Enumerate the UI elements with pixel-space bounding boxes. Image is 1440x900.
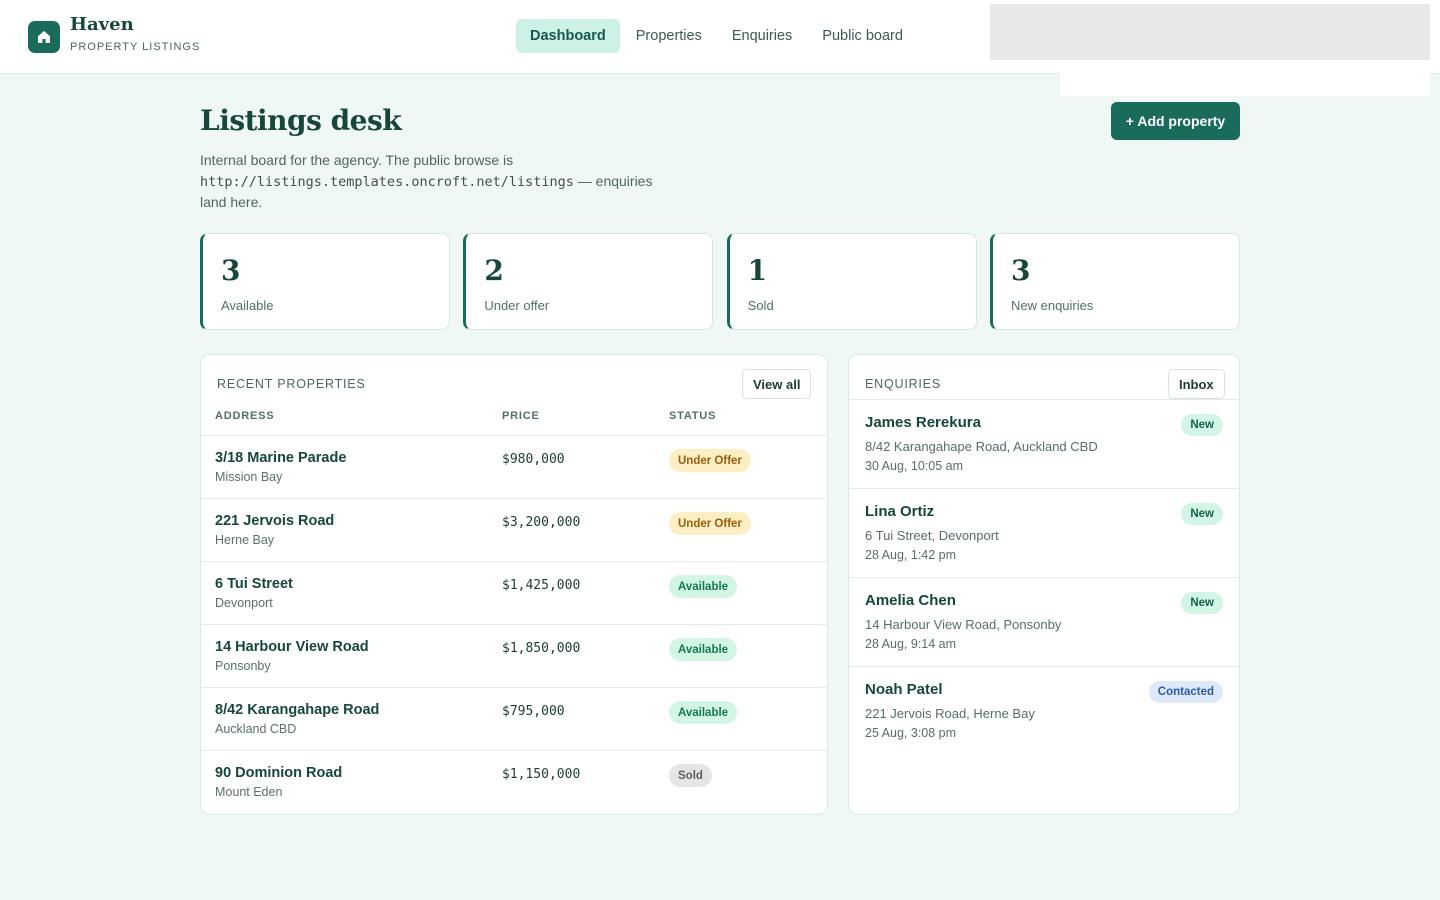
list-item[interactable]: Amelia Chen New 14 Harbour View Road, Po… xyxy=(849,578,1239,667)
property-suburb: Devonport xyxy=(215,596,273,610)
nav-dashboard[interactable]: Dashboard xyxy=(516,19,620,53)
property-suburb: Mission Bay xyxy=(215,470,283,484)
column-header-price: PRICE xyxy=(502,410,540,422)
stat-label: New enquiries xyxy=(1010,298,1094,313)
property-price: $795,000 xyxy=(502,704,565,719)
property-address[interactable]: 3/18 Marine Parade xyxy=(215,450,346,466)
property-address[interactable]: 14 Harbour View Road xyxy=(215,639,369,655)
status-badge: New xyxy=(1181,503,1223,525)
status-badge: New xyxy=(1181,414,1223,436)
nav-properties[interactable]: Properties xyxy=(622,19,716,53)
status-badge: Available xyxy=(669,575,738,598)
enquirer-name: Noah Patel xyxy=(865,681,943,698)
table-row[interactable]: 221 Jervois Road Herne Bay $3,200,000 Un… xyxy=(201,499,827,562)
status-badge: Sold xyxy=(669,764,712,787)
home-icon xyxy=(28,21,60,53)
recent-properties-panel: RECENT PROPERTIES View all ADDRESS PRICE… xyxy=(200,354,828,815)
nav-public-board[interactable]: Public board xyxy=(808,19,917,53)
main-nav: Dashboard Properties Enquiries Public bo… xyxy=(516,19,919,53)
enquirer-name: James Rerekura xyxy=(865,414,981,431)
property-suburb: Herne Bay xyxy=(215,533,275,547)
page-title: Listings desk xyxy=(200,104,402,137)
enquiry-property: 14 Harbour View Road, Ponsonby xyxy=(865,617,1062,632)
header-placeholder-lower xyxy=(1060,60,1430,96)
stat-value: 3 xyxy=(221,254,241,287)
enquiry-property: 8/42 Karangahape Road, Auckland CBD xyxy=(865,439,1098,454)
status-badge: Under Offer xyxy=(669,512,751,535)
property-suburb: Auckland CBD xyxy=(215,722,297,736)
enquiries-panel: ENQUIRIES Inbox James Rerekura New 8/42 … xyxy=(848,354,1240,815)
property-price: $1,425,000 xyxy=(502,578,581,593)
table-row[interactable]: 14 Harbour View Road Ponsonby $1,850,000… xyxy=(201,625,827,688)
stat-card-sold: 1 Sold xyxy=(726,233,977,330)
header-placeholder xyxy=(990,4,1430,60)
enquiry-time: 28 Aug, 1:42 pm xyxy=(865,548,957,562)
nav-enquiries[interactable]: Enquiries xyxy=(718,19,806,53)
stat-value: 1 xyxy=(747,254,768,287)
stat-card-under-offer: 2 Under offer xyxy=(463,233,714,330)
property-price: $1,150,000 xyxy=(502,767,581,782)
status-badge: New xyxy=(1181,592,1223,614)
stat-label: Under offer xyxy=(484,298,550,313)
panel-title: ENQUIRIES xyxy=(865,377,941,391)
stat-card-new-enquiries: 3 New enquiries xyxy=(989,233,1240,330)
stat-label: Available xyxy=(221,298,274,313)
list-item[interactable]: Noah Patel Contacted 221 Jervois Road, H… xyxy=(849,667,1239,756)
enquiry-time: 25 Aug, 3:08 pm xyxy=(865,726,957,740)
brand-name: Haven xyxy=(70,14,134,35)
inbox-button[interactable]: Inbox xyxy=(1168,369,1225,399)
stat-label: Sold xyxy=(747,298,774,313)
table-row[interactable]: 90 Dominion Road Mount Eden $1,150,000 S… xyxy=(201,751,827,814)
page-intro: Internal board for the agency. The publi… xyxy=(200,150,670,213)
table-row[interactable]: 3/18 Marine Parade Mission Bay $980,000 … xyxy=(201,436,827,499)
view-all-button[interactable]: View all xyxy=(742,369,812,399)
column-header-status: STATUS xyxy=(669,410,717,422)
brand[interactable]: Haven PROPERTY LISTINGS xyxy=(28,16,201,53)
property-address[interactable]: 8/42 Karangahape Road xyxy=(215,702,379,718)
brand-subtitle: PROPERTY LISTINGS xyxy=(70,41,201,53)
table-row[interactable]: 8/42 Karangahape Road Auckland CBD $795,… xyxy=(201,688,827,751)
stat-value: 2 xyxy=(484,254,504,287)
enquiry-time: 30 Aug, 10:05 am xyxy=(865,459,963,473)
list-item[interactable]: Lina Ortiz New 6 Tui Street, Devonport 2… xyxy=(849,489,1239,578)
status-badge: Available xyxy=(669,701,738,724)
add-property-button[interactable]: + Add property xyxy=(1111,102,1240,140)
enquiry-list: James Rerekura New 8/42 Karangahape Road… xyxy=(849,399,1239,756)
enquiry-property: 221 Jervois Road, Herne Bay xyxy=(865,706,1035,721)
property-address[interactable]: 90 Dominion Road xyxy=(215,765,342,781)
stat-card-available: 3 Available xyxy=(200,233,450,330)
status-badge: Contacted xyxy=(1148,681,1223,703)
panel-title: RECENT PROPERTIES xyxy=(217,377,366,391)
property-address[interactable]: 221 Jervois Road xyxy=(215,513,334,529)
intro-text: Internal board for the agency. The publi… xyxy=(200,152,514,168)
stats-row: 3 Available 2 Under offer 1 Sold 3 New e… xyxy=(200,233,1240,330)
stat-value: 3 xyxy=(1010,254,1031,287)
property-price: $980,000 xyxy=(502,452,565,467)
property-price: $1,850,000 xyxy=(502,641,581,656)
property-suburb: Ponsonby xyxy=(215,659,271,673)
property-price: $3,200,000 xyxy=(502,515,581,530)
property-suburb: Mount Eden xyxy=(215,785,283,799)
enquiry-time: 28 Aug, 9:14 am xyxy=(865,637,957,651)
list-item[interactable]: James Rerekura New 8/42 Karangahape Road… xyxy=(849,400,1239,489)
status-badge: Under Offer xyxy=(669,449,751,472)
enquirer-name: Amelia Chen xyxy=(865,592,956,609)
table-body: 3/18 Marine Parade Mission Bay $980,000 … xyxy=(201,436,827,814)
enquiry-property: 6 Tui Street, Devonport xyxy=(865,528,999,543)
column-header-address: ADDRESS xyxy=(215,410,275,422)
property-address[interactable]: 6 Tui Street xyxy=(215,576,293,592)
table-row[interactable]: 6 Tui Street Devonport $1,425,000 Availa… xyxy=(201,562,827,625)
public-url: http://listings.templates.oncroft.net/li… xyxy=(200,173,574,190)
status-badge: Available xyxy=(669,638,738,661)
enquirer-name: Lina Ortiz xyxy=(865,503,935,520)
table-header: ADDRESS PRICE STATUS xyxy=(201,402,827,436)
